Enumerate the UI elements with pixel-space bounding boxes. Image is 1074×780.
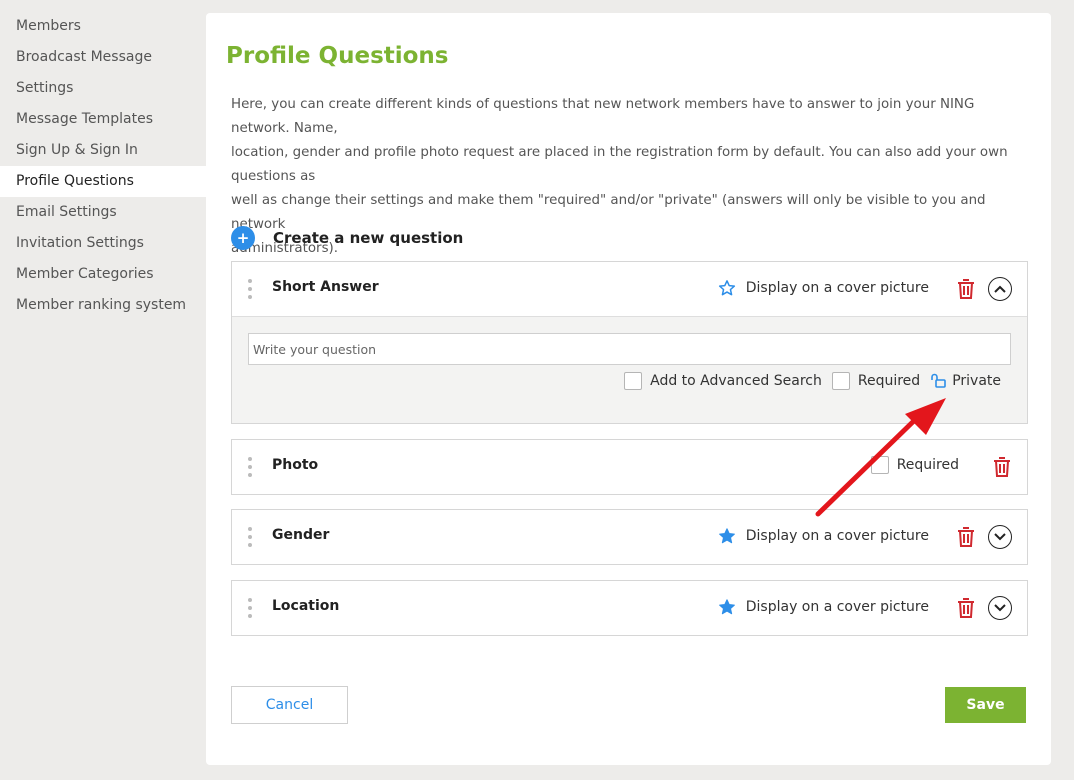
required-checkbox[interactable] <box>870 456 889 474</box>
expand-button[interactable] <box>988 525 1012 549</box>
sidebar-item-member-ranking-system[interactable]: Member ranking system <box>0 290 206 321</box>
question-input[interactable] <box>248 333 1011 365</box>
drag-handle-icon[interactable] <box>248 598 252 618</box>
star-filled-icon <box>718 599 735 615</box>
sidebar-item-sign-up-sign-in[interactable]: Sign Up & Sign In <box>0 135 206 166</box>
sidebar-item-settings[interactable]: Settings <box>0 73 206 104</box>
trash-icon[interactable] <box>957 598 975 618</box>
create-question-button[interactable]: + Create a new question <box>231 226 463 250</box>
trash-icon[interactable] <box>957 527 975 547</box>
question-title: Location <box>272 598 340 614</box>
sidebar-item-message-templates[interactable]: Message Templates <box>0 104 206 135</box>
sidebar-item-member-categories[interactable]: Member Categories <box>0 259 206 290</box>
save-button[interactable]: Save <box>945 687 1026 723</box>
question-card-location: Location Display on a cover picture <box>231 580 1028 636</box>
private-label: Private <box>952 373 1001 389</box>
sidebar-item-invitation-settings[interactable]: Invitation Settings <box>0 228 206 259</box>
drag-handle-icon[interactable] <box>248 279 252 299</box>
question-body: Add to Advanced Search Required Private <box>232 316 1027 423</box>
chevron-up-icon <box>994 285 1006 293</box>
display-cover-label: Display on a cover picture <box>745 599 929 615</box>
question-header: Location Display on a cover picture <box>232 581 1027 635</box>
question-options: Add to Advanced Search Required Private <box>624 372 1001 390</box>
drag-handle-icon[interactable] <box>248 527 252 547</box>
display-cover-label: Display on a cover picture <box>745 528 929 544</box>
star-outline-icon <box>718 280 735 296</box>
question-title: Gender <box>272 527 330 543</box>
required-label: Required <box>857 373 921 389</box>
drag-handle-icon[interactable] <box>248 457 252 477</box>
expand-button[interactable] <box>988 596 1012 620</box>
plus-icon[interactable]: + <box>231 226 255 250</box>
question-title: Short Answer <box>272 279 379 295</box>
question-header: Photo Required <box>232 440 1027 494</box>
trash-icon[interactable] <box>993 457 1011 477</box>
advanced-search-checkbox[interactable] <box>624 372 643 390</box>
display-cover-toggle[interactable]: Display on a cover picture <box>718 598 929 616</box>
display-cover-toggle[interactable]: Display on a cover picture <box>718 279 929 297</box>
question-header: Gender Display on a cover picture <box>232 510 1027 564</box>
chevron-down-icon <box>994 533 1006 541</box>
chevron-down-icon <box>994 604 1006 612</box>
required-label: Required <box>896 457 959 473</box>
sidebar-item-email-settings[interactable]: Email Settings <box>0 197 206 228</box>
display-cover-label: Display on a cover picture <box>745 280 929 296</box>
cancel-button[interactable]: Cancel <box>231 686 348 724</box>
create-question-label: Create a new question <box>273 229 464 247</box>
question-title: Photo <box>272 457 319 473</box>
main-panel: Profile Questions Here, you can create d… <box>206 13 1051 765</box>
question-header: Short Answer Display on a cover picture <box>232 262 1027 316</box>
trash-icon[interactable] <box>957 279 975 299</box>
photo-required-option: Required <box>870 456 959 474</box>
advanced-search-label: Add to Advanced Search <box>650 373 822 389</box>
admin-sidebar: Members Broadcast Message Settings Messa… <box>0 11 206 321</box>
intro-line: location, gender and profile photo reque… <box>231 145 1008 184</box>
display-cover-toggle[interactable]: Display on a cover picture <box>718 527 929 545</box>
sidebar-item-broadcast-message[interactable]: Broadcast Message <box>0 42 206 73</box>
page-title: Profile Questions <box>226 43 449 69</box>
sidebar-item-profile-questions[interactable]: Profile Questions <box>0 166 206 197</box>
question-card-photo: Photo Required <box>231 439 1028 495</box>
star-filled-icon <box>718 528 735 544</box>
collapse-button[interactable] <box>988 277 1012 301</box>
lock-open-icon[interactable] <box>930 373 946 389</box>
question-card-short-answer: Short Answer Display on a cover picture … <box>231 261 1028 424</box>
required-checkbox[interactable] <box>831 372 850 390</box>
intro-line: Here, you can create different kinds of … <box>231 97 975 136</box>
question-card-gender: Gender Display on a cover picture <box>231 509 1028 565</box>
sidebar-item-members[interactable]: Members <box>0 11 206 42</box>
